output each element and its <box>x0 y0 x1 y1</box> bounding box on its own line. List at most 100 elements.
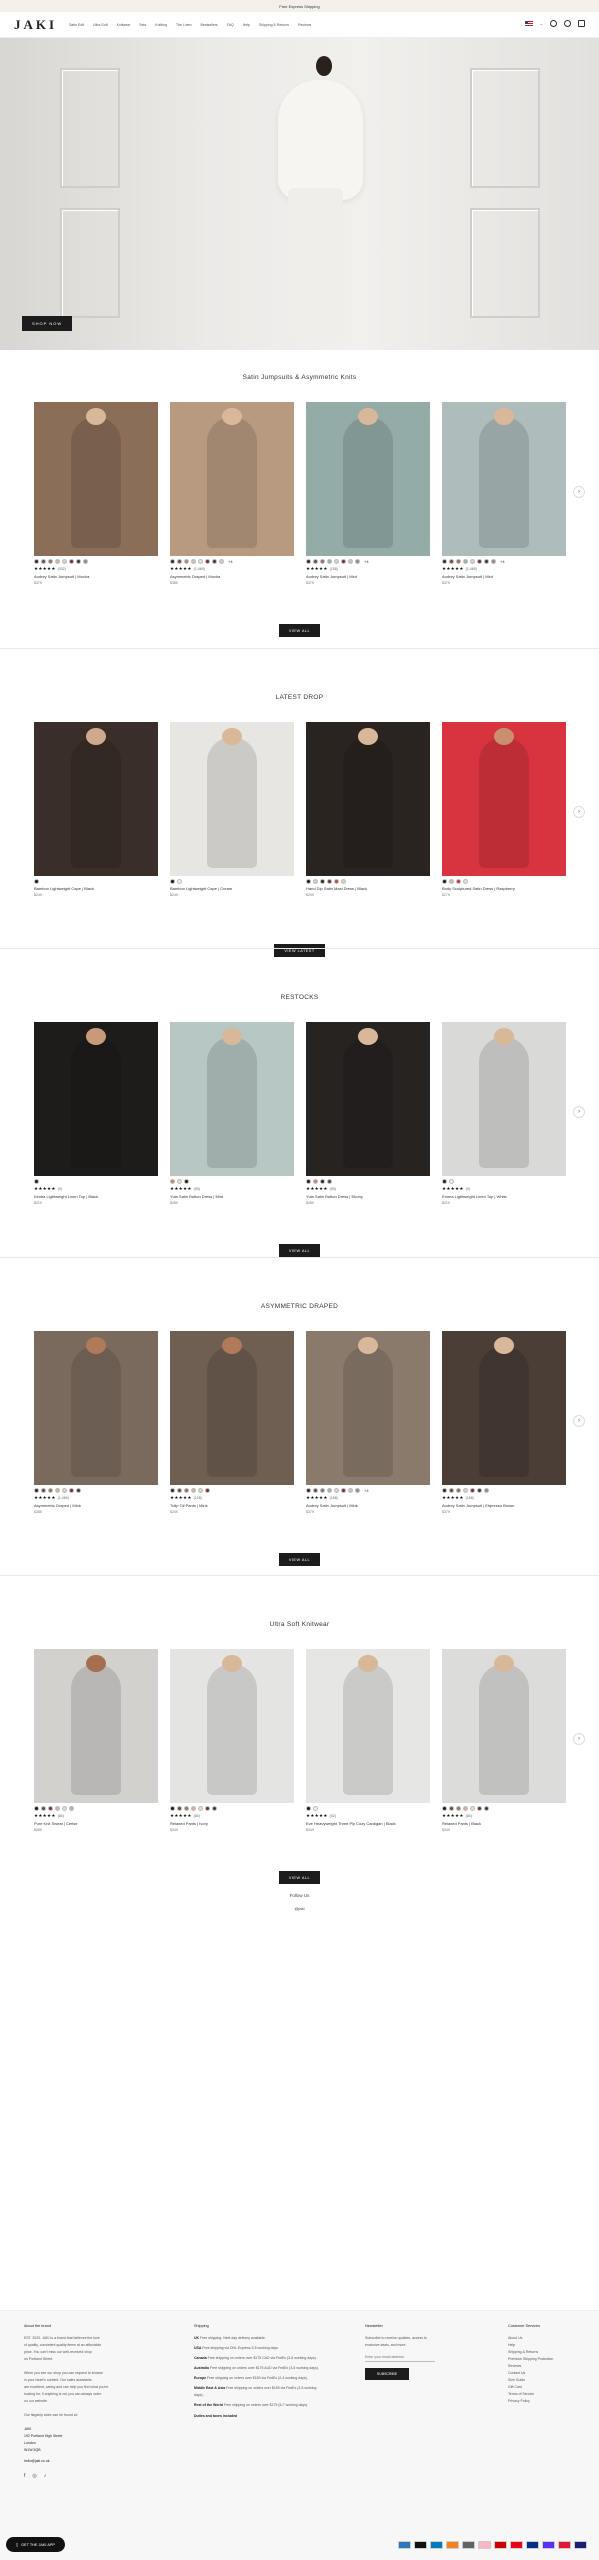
color-swatch[interactable] <box>449 879 454 884</box>
product-name[interactable]: Audrey Satin Jumpsuit | Mint <box>442 574 566 579</box>
color-swatch[interactable] <box>313 559 318 564</box>
color-swatch[interactable] <box>55 1488 60 1493</box>
color-swatch[interactable] <box>449 1806 454 1811</box>
color-swatch[interactable] <box>219 559 224 564</box>
color-swatch[interactable] <box>48 1806 53 1811</box>
color-swatch[interactable] <box>48 559 53 564</box>
color-swatch[interactable] <box>41 1806 46 1811</box>
product-card[interactable]: ★★★★★ (53) Yula Satin Button Dress | Mint $… <box>170 1022 294 1205</box>
color-swatch[interactable] <box>306 1806 311 1811</box>
color-swatch[interactable] <box>334 559 339 564</box>
view-all-button[interactable]: VIEW ALL <box>279 624 320 637</box>
product-name[interactable]: Yula Satin Button Dress | Mint <box>170 1194 294 1199</box>
product-name[interactable]: Tulip Oil Pants | Mink <box>170 1503 294 1508</box>
color-swatch[interactable] <box>442 1488 447 1493</box>
color-swatch[interactable] <box>191 1806 196 1811</box>
color-swatch[interactable] <box>463 1488 468 1493</box>
color-swatch[interactable] <box>198 1806 203 1811</box>
product-image[interactable] <box>34 402 158 556</box>
product-image[interactable] <box>442 1331 566 1485</box>
product-card[interactable]: ★★★★★ (158) Audrey Satin Jumpsuit | Espres… <box>442 1331 566 1514</box>
account-icon[interactable] <box>550 20 557 27</box>
color-swatch[interactable] <box>449 559 454 564</box>
product-name[interactable]: Kimba Lightweight Linen Top | Black <box>34 1194 158 1199</box>
color-swatch[interactable] <box>41 1488 46 1493</box>
nav-item[interactable]: Knitting <box>155 23 167 27</box>
product-card[interactable]: ★★★★★ (1,469) Asymmetric Draped | Mink $385 <box>34 1331 158 1514</box>
color-swatch[interactable] <box>170 559 175 564</box>
footer-link[interactable]: Gift Card <box>508 2384 588 2391</box>
nav-item[interactable]: FAQ <box>227 23 234 27</box>
color-swatch[interactable] <box>34 1488 39 1493</box>
product-image[interactable] <box>170 1331 294 1485</box>
color-swatch[interactable] <box>449 1179 454 1184</box>
product-image[interactable] <box>306 1649 430 1803</box>
color-swatch[interactable] <box>184 1179 189 1184</box>
product-name[interactable]: Asymmetric Draped | Mocha <box>170 574 294 579</box>
get-app-button[interactable]: ▯ GET THE JAKI APP <box>6 2537 65 2552</box>
color-swatch[interactable] <box>177 1488 182 1493</box>
chevron-down-icon[interactable]: ⌄ <box>540 21 543 26</box>
product-name[interactable]: Audrey Satin Jumpsuit | Mint <box>306 574 430 579</box>
product-image[interactable] <box>306 1331 430 1485</box>
color-swatch[interactable] <box>76 1488 81 1493</box>
color-swatch[interactable] <box>83 559 88 564</box>
color-swatch[interactable] <box>306 1488 311 1493</box>
color-swatch[interactable] <box>69 1488 74 1493</box>
color-swatch[interactable] <box>327 1179 332 1184</box>
color-swatch[interactable] <box>177 1806 182 1811</box>
product-card[interactable]: ★★★★★ (53) Yula Satin Button Dress | Ebony… <box>306 1022 430 1205</box>
product-name[interactable]: Bamboo Lightweight Cape | Cream <box>170 886 294 891</box>
color-swatch[interactable] <box>355 559 360 564</box>
product-image[interactable] <box>442 1649 566 1803</box>
flag-icon[interactable] <box>524 21 533 26</box>
view-all-button[interactable]: VIEW ALL <box>279 1244 320 1257</box>
product-card[interactable]: +4 ★★★★★ (1,469) Audrey Satin Jumpsuit | Mi… <box>442 402 566 585</box>
color-swatch[interactable] <box>205 559 210 564</box>
color-swatch[interactable] <box>449 1488 454 1493</box>
footer-link[interactable]: Size Guide <box>508 2377 588 2384</box>
color-swatch[interactable] <box>62 1488 67 1493</box>
color-swatch[interactable] <box>320 1488 325 1493</box>
color-swatch[interactable] <box>313 1488 318 1493</box>
footer-link[interactable]: Privacy Policy <box>508 2398 588 2405</box>
color-swatch[interactable] <box>170 879 175 884</box>
product-name[interactable]: Audrey Satin Jumpsuit | Mocha <box>34 574 158 579</box>
color-swatch[interactable] <box>327 559 332 564</box>
search-icon[interactable] <box>564 20 571 27</box>
footer-link[interactable]: Terms of Service <box>508 2391 588 2398</box>
color-swatch[interactable] <box>341 879 346 884</box>
product-image[interactable] <box>442 722 566 876</box>
product-card[interactable]: Bamboo Lightweight Cape | Cream $249 <box>170 722 294 897</box>
product-name[interactable]: Bamboo Lightweight Cape | Black <box>34 886 158 891</box>
color-swatch[interactable] <box>306 1179 311 1184</box>
color-swatch[interactable] <box>355 1488 360 1493</box>
footer-link[interactable]: Help <box>508 2342 588 2349</box>
nav-item[interactable]: The Linen <box>176 23 192 27</box>
color-swatch[interactable] <box>34 559 39 564</box>
logo[interactable]: JAKI <box>14 17 57 33</box>
color-swatch[interactable] <box>69 559 74 564</box>
product-image[interactable] <box>442 402 566 556</box>
product-card[interactable]: Body Sculptured Satin Dress | Raspberry $… <box>442 722 566 897</box>
product-image[interactable] <box>306 402 430 556</box>
subscribe-button[interactable]: SUBSCRIBE <box>365 2368 409 2380</box>
color-swatch[interactable] <box>463 879 468 884</box>
product-image[interactable] <box>442 1022 566 1176</box>
more-colors[interactable]: +4 <box>364 1488 369 1493</box>
color-swatch[interactable] <box>470 1488 475 1493</box>
next-arrow-icon[interactable]: › <box>573 1415 585 1427</box>
color-swatch[interactable] <box>477 559 482 564</box>
color-swatch[interactable] <box>320 559 325 564</box>
more-colors[interactable]: +4 <box>364 559 369 564</box>
product-name[interactable]: Asymmetric Draped | Mink <box>34 1503 158 1508</box>
color-swatch[interactable] <box>442 879 447 884</box>
product-name[interactable]: Body Sculptured Satin Dress | Raspberry <box>442 886 566 891</box>
color-swatch[interactable] <box>198 1488 203 1493</box>
color-swatch[interactable] <box>170 1488 175 1493</box>
nav-item[interactable]: Ultra Soft <box>93 23 108 27</box>
product-card[interactable]: ★★★★★ (332) Audrey Satin Jumpsuit | Mocha $… <box>34 402 158 585</box>
color-swatch[interactable] <box>484 1488 489 1493</box>
color-swatch[interactable] <box>170 1806 175 1811</box>
email-field[interactable] <box>365 2353 435 2362</box>
